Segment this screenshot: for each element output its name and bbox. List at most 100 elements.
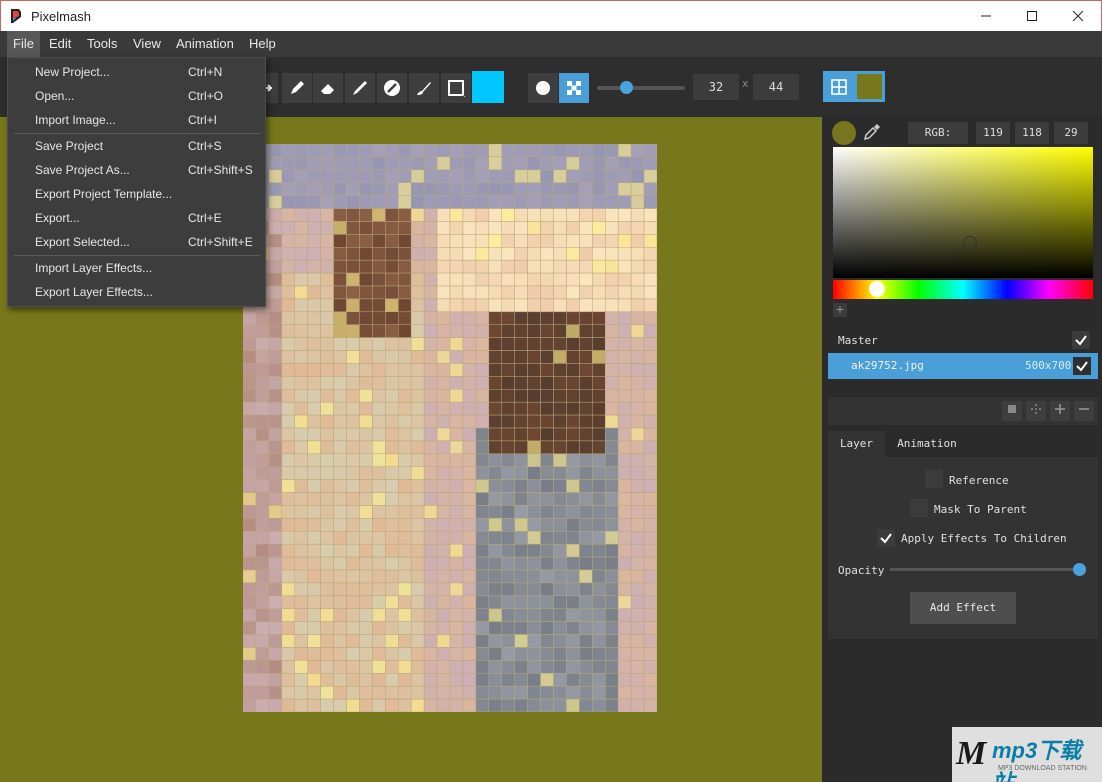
- menu-item-open[interactable]: Open... Ctrl+O: [8, 84, 265, 108]
- pixel-cell: [488, 401, 502, 416]
- menu-help[interactable]: Help: [243, 31, 282, 57]
- pixel-cell: [579, 647, 593, 661]
- menu-item-import-layer-effects[interactable]: Import Layer Effects...: [8, 256, 265, 280]
- opacity-slider-track[interactable]: [890, 568, 1080, 571]
- tab-layer[interactable]: Layer: [828, 431, 885, 457]
- pixel-cell: [346, 698, 360, 712]
- pixel-cell: [359, 660, 373, 674]
- pixel-cell: [333, 389, 347, 403]
- close-button[interactable]: [1055, 1, 1101, 31]
- menu-edit[interactable]: Edit: [43, 31, 77, 57]
- add-layer-button[interactable]: [1050, 401, 1070, 421]
- pixel-cell: [346, 272, 360, 287]
- brush-size-slider-track[interactable]: [597, 86, 685, 90]
- color-mode-label[interactable]: RGB:: [908, 122, 968, 144]
- fill-tool[interactable]: [377, 73, 407, 103]
- square-brush-button[interactable]: [559, 73, 589, 103]
- layer-visibility-checkbox[interactable]: [1073, 357, 1091, 375]
- pixel-cell: [333, 169, 347, 183]
- round-brush-button[interactable]: [528, 73, 558, 103]
- apply-effects-checkbox[interactable]: [877, 529, 895, 547]
- pixel-cell: [462, 673, 477, 687]
- pixel-cell: [579, 221, 593, 235]
- pixel-art-canvas[interactable]: [243, 144, 657, 712]
- pixel-cell: [255, 324, 270, 338]
- line-tool[interactable]: [345, 73, 375, 103]
- blue-value-input[interactable]: 29: [1054, 122, 1088, 144]
- menu-item-export-layer-effects[interactable]: Export Layer Effects...: [8, 280, 265, 304]
- pixel-cell: [281, 660, 296, 674]
- pixel-cell: [436, 582, 451, 597]
- master-visibility-checkbox[interactable]: [1072, 331, 1090, 349]
- maximize-button[interactable]: [1009, 1, 1055, 31]
- pixel-cell: [630, 414, 645, 429]
- active-color-swatch[interactable]: [472, 71, 504, 103]
- eraser-tool[interactable]: [313, 73, 343, 103]
- menu-item-save-project[interactable]: Save Project Ctrl+S: [8, 134, 265, 158]
- menu-view[interactable]: View: [127, 31, 167, 57]
- pixel-cell: [501, 440, 515, 455]
- pixel-cell: [643, 595, 657, 609]
- minimize-button[interactable]: [963, 1, 1009, 31]
- pixel-cell: [423, 221, 438, 235]
- brush-tool[interactable]: [409, 73, 439, 103]
- color-picker-cursor[interactable]: [963, 236, 977, 250]
- brush-size-slider-handle[interactable]: [620, 81, 633, 94]
- pixel-cell: [346, 156, 360, 171]
- pixel-cell: [579, 569, 593, 584]
- pixel-cell: [462, 182, 477, 196]
- pixel-cell: [475, 324, 490, 338]
- menu-item-export[interactable]: Export... Ctrl+E: [8, 206, 265, 230]
- pixel-cell: [398, 685, 412, 700]
- hue-slider-handle[interactable]: [869, 281, 885, 297]
- layer-row[interactable]: ak29752.jpg 500x700: [828, 353, 1098, 379]
- pixel-cell: [281, 621, 296, 635]
- pixel-cell: [579, 324, 593, 338]
- pixel-cell: [410, 259, 425, 274]
- pixel-cell: [320, 221, 334, 235]
- opacity-slider-handle[interactable]: [1073, 563, 1086, 576]
- brush-height-input[interactable]: 44: [753, 74, 799, 100]
- menu-item-export-selected[interactable]: Export Selected... Ctrl+Shift+E: [8, 230, 265, 254]
- pixel-cell: [553, 156, 567, 171]
- menu-tools[interactable]: Tools: [81, 31, 123, 57]
- reference-checkbox[interactable]: [925, 470, 943, 488]
- pixel-cell: [281, 324, 296, 338]
- add-effect-button[interactable]: Add Effect: [910, 592, 1016, 624]
- pixel-cell: [592, 376, 606, 390]
- pixel-cell: [307, 234, 321, 248]
- pixel-cell: [307, 543, 321, 558]
- rectangle-tool[interactable]: [441, 73, 471, 103]
- remove-layer-button[interactable]: [1074, 401, 1094, 421]
- menu-file[interactable]: File: [7, 31, 40, 57]
- pixel-cell: [566, 440, 580, 455]
- grid-toggle-button[interactable]: [823, 71, 854, 102]
- pixel-cell: [462, 440, 477, 455]
- duplicate-layer-button[interactable]: [1002, 401, 1022, 421]
- menu-item-label: Export...: [35, 211, 80, 225]
- pencil-tool[interactable]: [282, 73, 312, 103]
- current-color-swatch[interactable]: [832, 121, 856, 145]
- menu-item-export-project-template[interactable]: Export Project Template...: [8, 182, 265, 206]
- green-value-input[interactable]: 118: [1015, 122, 1049, 144]
- pixel-cell: [307, 660, 321, 674]
- menu-item-save-project-as[interactable]: Save Project As... Ctrl+Shift+S: [8, 158, 265, 182]
- pixel-cell: [579, 389, 593, 403]
- pixel-cell: [346, 401, 360, 416]
- background-color-button[interactable]: [854, 71, 885, 102]
- menu-animation[interactable]: Animation: [170, 31, 240, 57]
- tab-animation[interactable]: Animation: [888, 431, 966, 457]
- menu-item-new-project[interactable]: New Project... Ctrl+N: [8, 60, 265, 84]
- saturation-value-picker[interactable]: [833, 147, 1093, 278]
- mask-to-parent-checkbox[interactable]: [910, 499, 928, 517]
- menu-item-import-image[interactable]: Import Image... Ctrl+I: [8, 108, 265, 132]
- pixel-cell: [605, 621, 619, 635]
- merge-layer-button[interactable]: [1026, 401, 1046, 421]
- eyedropper-icon[interactable]: [862, 122, 882, 142]
- brush-width-input[interactable]: 32: [693, 74, 739, 100]
- pixel-cell: [243, 389, 257, 403]
- add-swatch-button[interactable]: +: [833, 303, 847, 317]
- pixel-cell: [501, 221, 515, 235]
- pixel-cell: [579, 259, 593, 274]
- red-value-input[interactable]: 119: [976, 122, 1010, 144]
